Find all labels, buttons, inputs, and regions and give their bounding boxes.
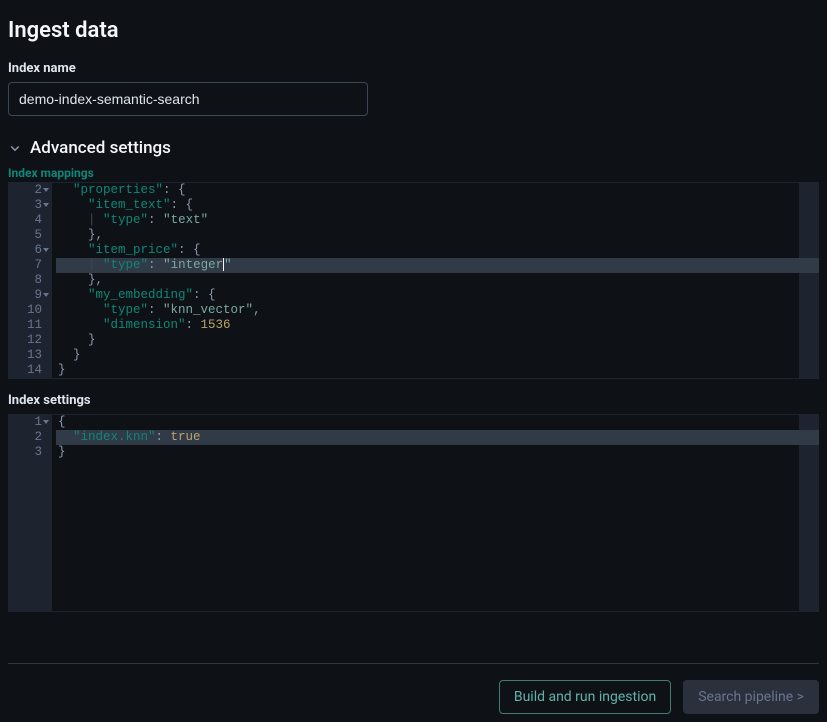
gutter-line: 2 [8,430,50,445]
gutter-line: 11 [8,318,50,333]
gutter-line: 7 [8,258,50,273]
gutter-line: 3 [8,445,50,460]
index-mappings-label: Index mappings [8,166,819,180]
advanced-settings-toggle[interactable]: Advanced settings [8,138,819,158]
gutter-line: 5 [8,228,50,243]
index-name-label: Index name [8,61,819,76]
gutter-line: 9 [8,288,50,303]
code-line[interactable]: { [56,415,799,430]
index-settings-label: Index settings [8,393,819,408]
gutter-line: 8 [8,273,50,288]
gutter-line: 1 [8,415,50,430]
gutter-line: 14 [8,363,50,378]
code-line[interactable]: "type": "knn_vector", [56,303,799,318]
code-line[interactable]: } [56,445,799,460]
index-mappings-editor[interactable]: 234567891011121314 "properties": { "item… [8,182,819,379]
code-line[interactable]: }, [56,228,799,243]
gutter-line: 10 [8,303,50,318]
code-line[interactable]: "item_price": { [56,243,799,258]
index-name-input[interactable] [8,82,368,116]
gutter-line: 6 [8,243,50,258]
index-settings-editor[interactable]: 123 { "index.knn": true} [8,414,819,612]
gutter-line: 13 [8,348,50,363]
gutter-line: 4 [8,213,50,228]
footer-actions: Build and run ingestion Search pipeline … [8,663,819,714]
search-pipeline-button: Search pipeline > [683,680,819,714]
gutter-line: 3 [8,198,50,213]
code-line[interactable]: } [56,333,799,348]
build-run-ingestion-button[interactable]: Build and run ingestion [499,680,671,714]
code-line[interactable]: } [56,363,799,378]
code-line[interactable]: } [56,348,799,363]
code-line[interactable]: "index.knn": true [56,430,819,445]
code-line[interactable]: "dimension": 1536 [56,318,799,333]
gutter-line: 12 [8,333,50,348]
advanced-settings-label: Advanced settings [30,138,171,158]
code-line[interactable]: "my_embedding": { [56,288,799,303]
code-line[interactable]: }, [56,273,799,288]
code-line[interactable]: | "type": "text" [56,213,799,228]
code-line[interactable]: | "type": "integer" [56,258,819,273]
gutter-line: 2 [8,183,50,198]
chevron-down-icon [8,141,22,155]
page-title: Ingest data [8,18,819,43]
code-line[interactable]: "properties": { [56,183,799,198]
code-line[interactable]: "item_text": { [56,198,799,213]
